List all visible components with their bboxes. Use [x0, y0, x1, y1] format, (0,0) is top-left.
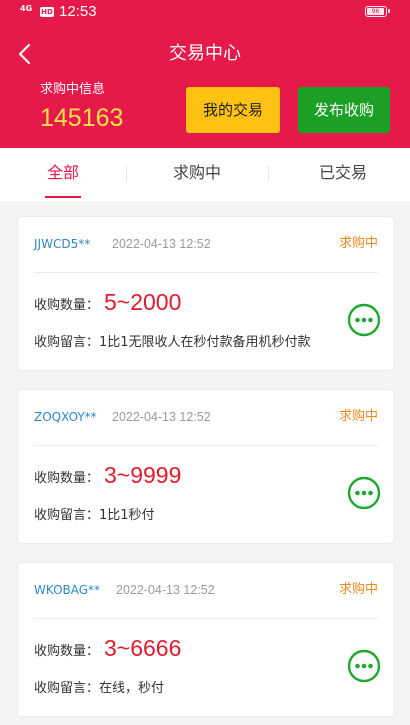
- signal-icon: 4G: [20, 4, 33, 13]
- card-username: ZOQXOY**: [34, 410, 97, 424]
- active-tab-indicator: [45, 196, 81, 198]
- card-message: 收购留言：1比1秒付: [34, 508, 155, 523]
- page-title: 交易中心: [169, 43, 241, 64]
- card-time: 2022-04-13 12:52: [112, 237, 211, 251]
- tab-traded[interactable]: 已交易: [276, 148, 410, 201]
- info-label: 求购中信息: [40, 82, 106, 97]
- qty-value: 3~9999: [104, 462, 182, 488]
- purchase-card[interactable]: JJWCD5** 2022-04-13 12:52 求购中 收购数量： 5~20…: [17, 216, 395, 371]
- card-time: 2022-04-13 12:52: [112, 410, 211, 424]
- header: 4G HD 12:53 96 交易中心 求购中信息 145163 我的交易 发布…: [0, 0, 410, 148]
- tab-all[interactable]: 全部: [0, 148, 126, 201]
- tab-divider: [126, 166, 127, 182]
- publish-purchase-button[interactable]: 发布收购: [298, 87, 390, 133]
- card-username: WKOBAG**: [34, 583, 101, 597]
- status-badge: 求购中: [338, 236, 378, 251]
- card-time: 2022-04-13 12:52: [116, 583, 215, 597]
- status-time: 12:53: [59, 3, 97, 20]
- more-options-icon[interactable]: [347, 476, 381, 510]
- qty-value: 3~6666: [104, 635, 182, 661]
- battery-level: 96: [367, 8, 384, 15]
- status-bar: 4G HD 12:53 96: [0, 0, 410, 26]
- battery-icon: 96: [365, 6, 390, 17]
- card-message: 收购留言：在线，秒付: [34, 681, 165, 696]
- tab-bar: 全部 求购中 已交易: [0, 148, 410, 201]
- hd-badge: HD: [40, 7, 54, 17]
- qty-label: 收购数量：: [34, 471, 100, 486]
- tab-buying[interactable]: 求购中: [134, 148, 260, 201]
- purchase-card[interactable]: WKOBAG** 2022-04-13 12:52 求购中 收购数量： 3~66…: [17, 562, 395, 717]
- card-message: 收购留言：1比1无限收人在秒付款备用机秒付款: [34, 335, 311, 350]
- more-options-icon[interactable]: [347, 303, 381, 337]
- qty-value: 5~2000: [104, 289, 182, 315]
- card-username: JJWCD5**: [34, 237, 91, 251]
- qty-label: 收购数量：: [34, 298, 100, 313]
- status-badge: 求购中: [338, 409, 378, 424]
- more-options-icon[interactable]: [347, 649, 381, 683]
- card-divider: [34, 445, 378, 446]
- status-badge: 求购中: [338, 582, 378, 597]
- purchase-card[interactable]: ZOQXOY** 2022-04-13 12:52 求购中 收购数量： 3~99…: [17, 389, 395, 544]
- card-divider: [34, 272, 378, 273]
- tab-divider: [268, 166, 269, 182]
- info-count: 145163: [40, 104, 124, 132]
- my-trades-button[interactable]: 我的交易: [186, 87, 280, 133]
- card-divider: [34, 618, 378, 619]
- qty-label: 收购数量：: [34, 644, 100, 659]
